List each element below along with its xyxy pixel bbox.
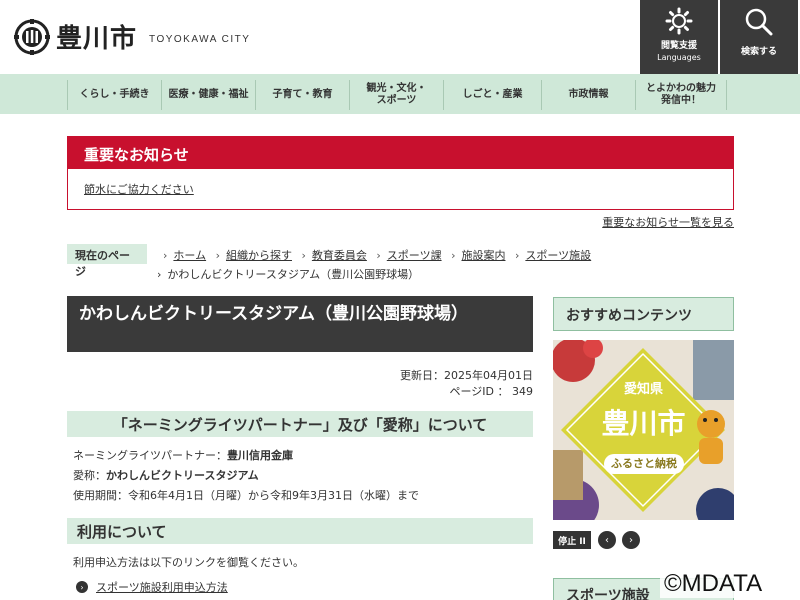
city-name: 豊川市 bbox=[56, 24, 138, 54]
notice-all-link[interactable]: 重要なお知らせ一覧を見る bbox=[600, 214, 734, 230]
chevron-left-icon: ‹ bbox=[605, 534, 609, 546]
banner-pref: 愛知県 bbox=[623, 382, 663, 397]
languages-label-ja: 閲覧支援 bbox=[660, 41, 697, 51]
gear-icon bbox=[665, 7, 693, 35]
usage-text: 利用申込方法は以下のリンクを御覧ください。 bbox=[73, 556, 304, 569]
slider-prev-button[interactable]: ‹ bbox=[598, 531, 616, 549]
search-label: 検索する bbox=[740, 47, 777, 57]
naming-rights-heading: 「ネーミングライツパートナー」及び「愛称」について bbox=[67, 411, 533, 437]
breadcrumb: › ホーム › 組織から探す › 教育委員会 › スポーツ課 › 施設案内 › スポーツ施設 bbox=[157, 246, 737, 266]
breadcrumb-current: › かわしんビクトリースタジアム（豊川公園野球場） bbox=[157, 268, 420, 281]
nav-item-living[interactable]: くらし・手続き bbox=[67, 80, 161, 110]
page-title: かわしんビクトリースタジアム（豊川公園野球場） bbox=[67, 296, 533, 352]
search-icon bbox=[745, 8, 773, 36]
breadcrumb-facility-guide[interactable]: 施設案内 bbox=[461, 249, 505, 262]
chevron-right-icon: › bbox=[76, 581, 88, 593]
notice-heading: 重要なお知らせ bbox=[68, 137, 733, 169]
partner-line: ネーミングライツパートナー：豊川信用金庫 bbox=[73, 449, 293, 462]
important-notice: 重要なお知らせ 節水にご協力ください bbox=[67, 136, 734, 210]
furusato-banner[interactable]: 愛知県 豊川市 ふるさと納税 bbox=[553, 340, 734, 520]
page-id: ページID ： 349 bbox=[449, 385, 533, 398]
page-meta: 更新日：2025年04月01日 ページID ： 349 bbox=[300, 368, 533, 400]
breadcrumb-label: 現在のページ bbox=[67, 244, 147, 278]
usage-heading: 利用について bbox=[67, 518, 533, 544]
updated-date: 更新日：2025年04月01日 bbox=[400, 369, 533, 382]
nav-item-city-info[interactable]: 市政情報 bbox=[541, 80, 635, 110]
recommended-heading: おすすめコンテンツ bbox=[553, 297, 734, 331]
breadcrumb-separator: › bbox=[514, 249, 520, 262]
breadcrumb-sports-facilities[interactable]: スポーツ施設 bbox=[525, 249, 591, 262]
chevron-right-icon: › bbox=[629, 534, 633, 546]
breadcrumb-separator: › bbox=[215, 249, 220, 262]
breadcrumb-separator: › bbox=[376, 249, 381, 262]
nickname-line: 愛称：かわしんビクトリースタジアム bbox=[73, 469, 259, 482]
search-button[interactable]: 検索する bbox=[720, 0, 798, 74]
breadcrumb-separator: › bbox=[163, 249, 168, 262]
nav-item-charm[interactable]: とよかわの魅力 発信中！ bbox=[635, 80, 727, 110]
notice-link[interactable]: 節水にご協力ください bbox=[68, 169, 733, 209]
breadcrumb-organization[interactable]: 組織から探す bbox=[226, 249, 292, 262]
breadcrumb-separator: › bbox=[451, 249, 456, 262]
breadcrumb-separator: › bbox=[301, 249, 306, 262]
nav-item-work[interactable]: しごと・産業 bbox=[443, 80, 541, 110]
breadcrumb-sports-division[interactable]: スポーツ課 bbox=[387, 249, 442, 262]
banner-city: 豊川市 bbox=[601, 407, 686, 440]
breadcrumb-education-board[interactable]: 教育委員会 bbox=[312, 249, 367, 262]
languages-button[interactable]: 閲覧支援 Languages bbox=[640, 0, 718, 74]
languages-label-en: Languages bbox=[657, 53, 701, 62]
city-emblem-icon bbox=[14, 18, 50, 55]
site-logo[interactable]: 豊川市 TOYOKAWA CITY bbox=[14, 18, 250, 55]
breadcrumb-home[interactable]: ホーム bbox=[173, 249, 206, 262]
usage-link[interactable]: › スポーツ施設利用申込方法 bbox=[76, 579, 228, 595]
slider-stop-button[interactable]: 停止 II bbox=[553, 531, 591, 549]
slider-next-button[interactable]: › bbox=[622, 531, 640, 549]
period-line: 使用期間：令和6年4月1日（月曜）から令和9年3月31日（水曜）まで bbox=[73, 489, 419, 502]
site-header: 豊川市 TOYOKAWA CITY 閲覧支援 Languages 検索する bbox=[0, 0, 800, 74]
global-nav: くらし・手続き 医療・健康・福祉 子育て・教育 観光・文化・ スポーツ しごと・… bbox=[0, 74, 800, 114]
nav-item-childcare[interactable]: 子育て・教育 bbox=[255, 80, 349, 110]
nav-item-tourism[interactable]: 観光・文化・ スポーツ bbox=[349, 80, 443, 110]
nav-item-health[interactable]: 医療・健康・福祉 bbox=[161, 80, 255, 110]
watermark: ©MDATA bbox=[660, 570, 767, 598]
banner-tag: ふるさと納税 bbox=[604, 454, 684, 474]
city-name-en: TOYOKAWA CITY bbox=[149, 34, 251, 45]
